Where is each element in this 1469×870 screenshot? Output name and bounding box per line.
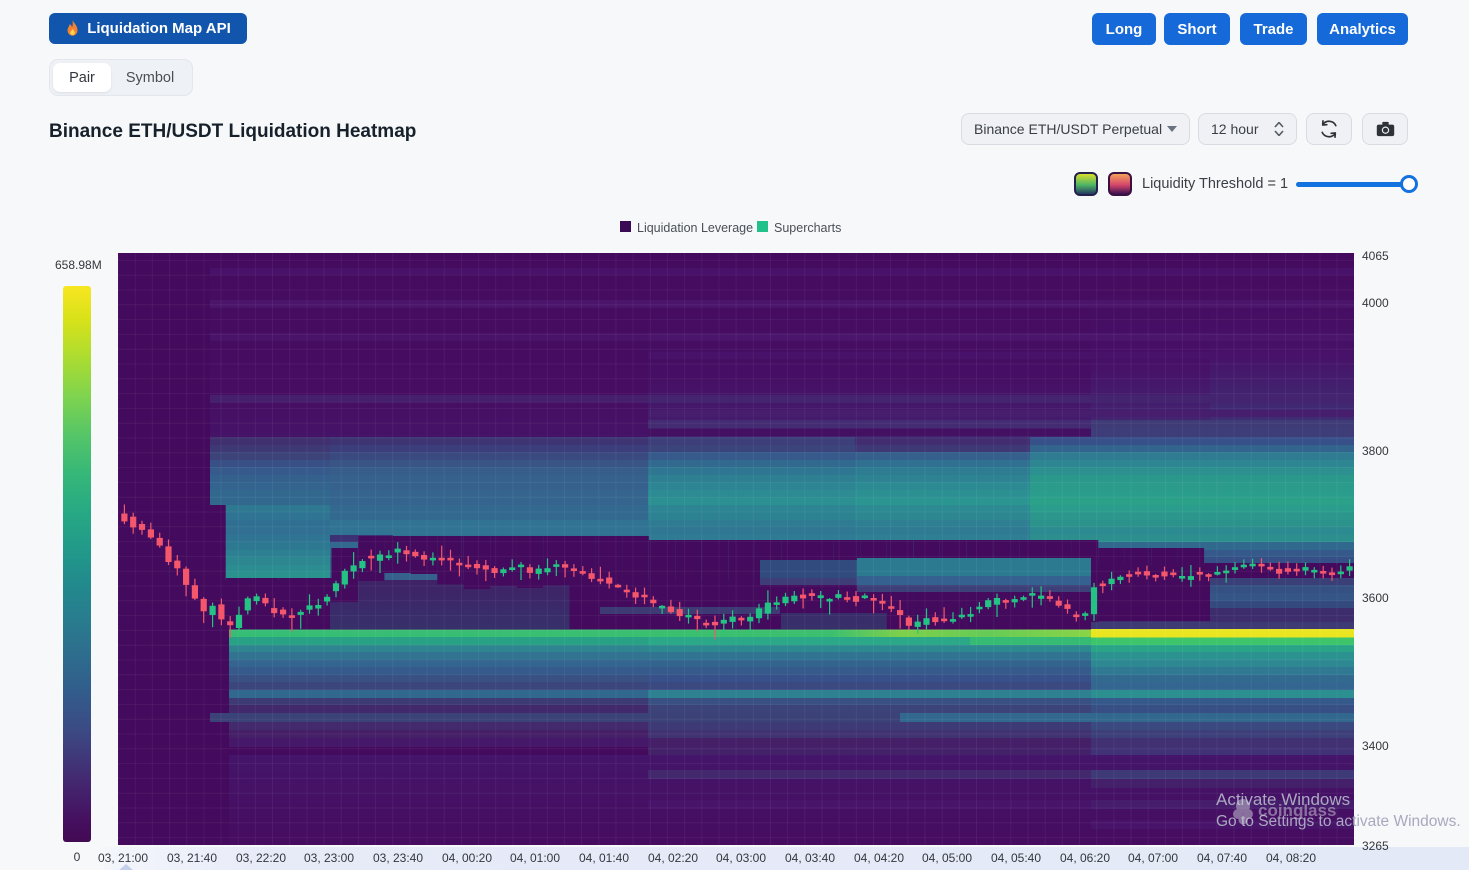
- svg-text:coinglass: coinglass: [1258, 801, 1336, 820]
